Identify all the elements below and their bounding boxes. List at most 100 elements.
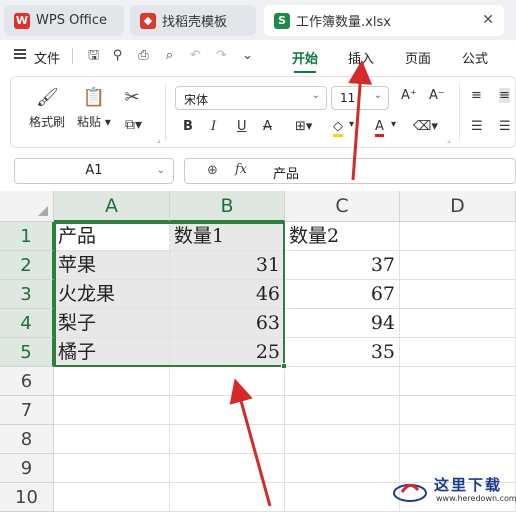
spreadsheet-grid[interactable]: A B C D 1 2 3 4 5 6 7 8 9 10 产品 数量1 数量2 … (0, 191, 516, 512)
cell-c2[interactable]: 37 (285, 251, 400, 280)
print-icon[interactable]: ⎙ (136, 48, 151, 63)
row-header-6[interactable]: 6 (0, 367, 54, 396)
tab-workbook[interactable]: S 工作簿数量.xlsx ✕ (264, 5, 504, 36)
row-header-7[interactable]: 7 (0, 396, 54, 425)
name-box[interactable]: A1 ⌄ (14, 158, 174, 184)
cell-b9[interactable] (170, 454, 285, 483)
cell-d6[interactable] (400, 367, 516, 396)
redo-icon[interactable]: ↷ (214, 48, 229, 63)
cell-a9[interactable] (54, 454, 170, 483)
cell-a10[interactable] (54, 483, 170, 512)
cell-c10[interactable] (285, 483, 400, 512)
italic-icon[interactable]: I (211, 119, 216, 134)
align-center-icon[interactable]: ☰ (499, 119, 511, 134)
undo-icon[interactable]: ↶ (188, 48, 203, 63)
cell-b5[interactable]: 25 (170, 338, 285, 367)
print-preview-icon[interactable]: ⌕ (162, 48, 177, 63)
decrease-font-icon[interactable]: A⁻ (429, 88, 445, 103)
cell-d3[interactable] (400, 280, 516, 309)
row-header-5[interactable]: 5 (0, 338, 54, 367)
column-header-a[interactable]: A (54, 191, 170, 222)
column-header-c[interactable]: C (285, 191, 400, 222)
column-header-b[interactable]: B (170, 191, 285, 222)
cell-c9[interactable] (285, 454, 400, 483)
file-menu[interactable]: 文件 (34, 48, 60, 67)
row-header-8[interactable]: 8 (0, 425, 54, 454)
tab-wps-office[interactable]: W WPS Office (4, 5, 124, 36)
bold-icon[interactable]: B (183, 119, 193, 134)
font-size-select[interactable]: 11 ⌄ (331, 86, 389, 110)
cell-c5[interactable]: 35 (285, 338, 400, 367)
row-header-10[interactable]: 10 (0, 483, 54, 512)
cut-button[interactable]: ✂ (121, 87, 143, 113)
align-left-icon[interactable]: ☰ (471, 119, 483, 134)
cell-b8[interactable] (170, 425, 285, 454)
cell-d2[interactable] (400, 251, 516, 280)
strikethrough-icon[interactable]: A (263, 119, 272, 134)
cell-b10[interactable] (170, 483, 285, 512)
cell-b6[interactable] (170, 367, 285, 396)
chevron-down-icon[interactable]: ▾ (349, 119, 354, 130)
increase-font-icon[interactable]: A⁺ (401, 88, 417, 103)
copy-button[interactable]: ⧉▾ (125, 117, 142, 133)
tab-insert[interactable]: 插入 (348, 48, 374, 67)
font-name-select[interactable]: 宋体 ⌄ (175, 86, 327, 110)
chevron-down-icon[interactable]: ▾ (391, 119, 396, 130)
close-icon[interactable]: ✕ (482, 12, 494, 28)
tab-home[interactable]: 开始 (292, 48, 318, 73)
cell-c1[interactable]: 数量2 (285, 222, 400, 251)
fill-handle[interactable] (281, 363, 287, 369)
cell-b3[interactable]: 46 (170, 280, 285, 309)
cell-a3[interactable]: 火龙果 (54, 280, 170, 309)
cell-b7[interactable] (170, 396, 285, 425)
align-middle-icon[interactable]: ≡ (499, 88, 510, 103)
cell-d5[interactable] (400, 338, 516, 367)
column-header-d[interactable]: D (400, 191, 516, 222)
cell-a4[interactable]: 梨子 (54, 309, 170, 338)
tab-template[interactable]: ◆ 找稻壳模板 (130, 5, 256, 36)
zoom-icon[interactable]: ⊕ (207, 163, 218, 178)
share-icon[interactable]: ⚲ (110, 48, 125, 63)
cell-d4[interactable] (400, 309, 516, 338)
formula-input[interactable]: ⊕ fx 产品 (184, 158, 516, 184)
cell-a5[interactable]: 橘子 (54, 338, 170, 367)
font-color-icon[interactable]: A (375, 119, 384, 137)
eraser-icon[interactable]: ⌫▾ (413, 119, 438, 134)
cell-d1[interactable] (400, 222, 516, 251)
dialog-launcher-icon[interactable]: ⌟ (447, 135, 451, 144)
border-icon[interactable]: ⊞▾ (295, 119, 312, 134)
tab-page[interactable]: 页面 (405, 48, 431, 67)
cell-d7[interactable] (400, 396, 516, 425)
cell-c4[interactable]: 94 (285, 309, 400, 338)
dialog-launcher-icon[interactable]: ⌟ (157, 135, 161, 144)
paste-button[interactable]: 📋 粘贴 ▾ (77, 87, 111, 130)
chevron-down-icon[interactable]: ⌄ (240, 48, 255, 63)
cell-a6[interactable] (54, 367, 170, 396)
align-top-icon[interactable]: ≡ (471, 88, 482, 103)
row-header-3[interactable]: 3 (0, 280, 54, 309)
cell-d8[interactable] (400, 425, 516, 454)
cell-a7[interactable] (54, 396, 170, 425)
tab-formula[interactable]: 公式 (462, 48, 488, 67)
fill-color-icon[interactable]: ◇ (333, 119, 343, 137)
cell-a2[interactable]: 苹果 (54, 251, 170, 280)
function-icon[interactable]: fx (235, 162, 247, 177)
cell-b4[interactable]: 63 (170, 309, 285, 338)
cell-b1[interactable]: 数量1 (170, 222, 285, 251)
menu-icon[interactable] (14, 49, 26, 59)
format-painter-button[interactable]: 🖌 格式刷 (29, 87, 65, 130)
cell-c7[interactable] (285, 396, 400, 425)
cell-a8[interactable] (54, 425, 170, 454)
row-header-9[interactable]: 9 (0, 454, 54, 483)
underline-icon[interactable]: U (237, 119, 247, 134)
cell-c8[interactable] (285, 425, 400, 454)
cell-c3[interactable]: 67 (285, 280, 400, 309)
row-header-1[interactable]: 1 (0, 222, 54, 251)
row-header-2[interactable]: 2 (0, 251, 54, 280)
select-all-corner[interactable] (0, 191, 54, 222)
cell-a1[interactable]: 产品 (54, 222, 170, 251)
cell-b2[interactable]: 31 (170, 251, 285, 280)
save-icon[interactable]: 🖫 (86, 48, 101, 63)
cell-c6[interactable] (285, 367, 400, 396)
row-header-4[interactable]: 4 (0, 309, 54, 338)
